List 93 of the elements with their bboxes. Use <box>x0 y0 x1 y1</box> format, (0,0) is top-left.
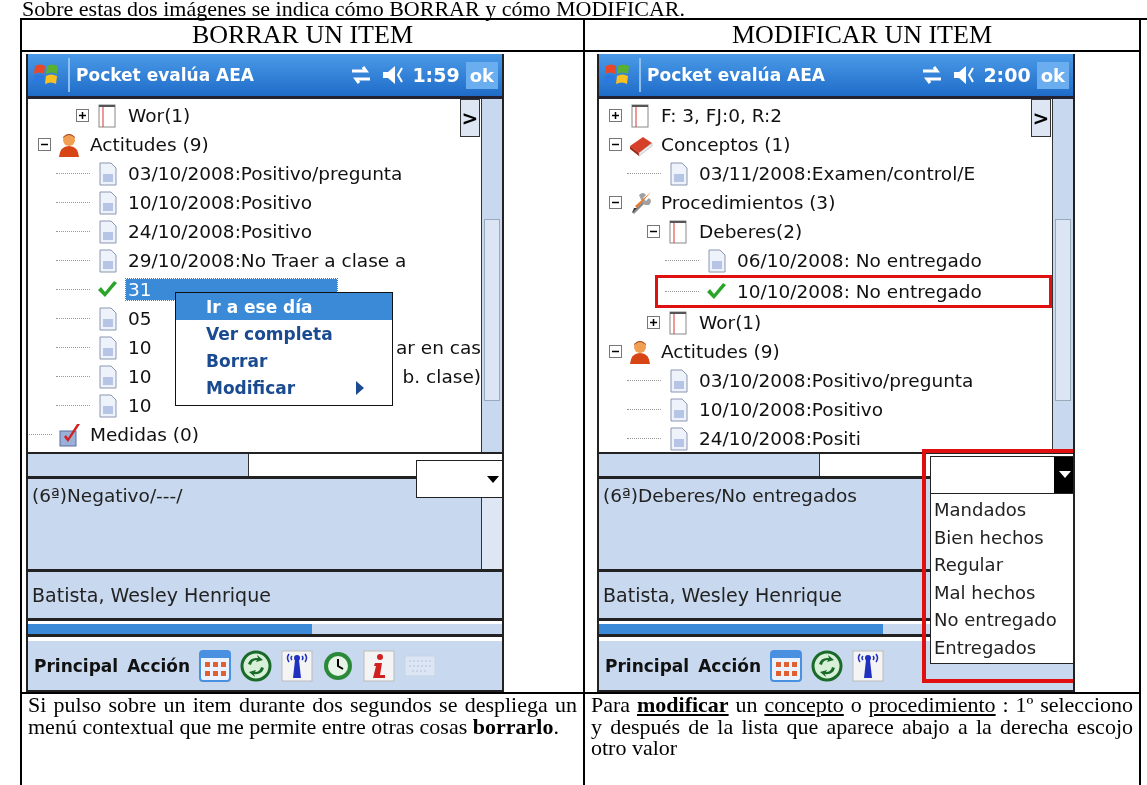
dropdown-option[interactable]: Mal hechos <box>931 578 1073 606</box>
collapse-toggle[interactable] <box>608 345 622 358</box>
menu-item[interactable]: Ir a ese día <box>176 293 392 320</box>
collapse-toggle[interactable] <box>646 225 660 238</box>
tree-item-text: ar en cas <box>396 337 481 358</box>
expand-button[interactable]: > <box>1031 99 1051 137</box>
tools-icon <box>629 190 653 215</box>
menu-button[interactable]: Acción <box>698 655 762 676</box>
tree-item[interactable]: Wor(1) <box>126 105 193 126</box>
measure-icon <box>58 422 82 447</box>
collapse-toggle[interactable] <box>37 138 51 151</box>
tree-item[interactable]: Actitudes (9) <box>659 341 782 362</box>
sync-icon[interactable] <box>811 649 844 682</box>
tree-item[interactable]: 05 <box>126 308 154 329</box>
antenna-icon[interactable] <box>281 649 314 682</box>
calendar-icon[interactable] <box>770 649 803 682</box>
tree-item[interactable]: Deberes(2) <box>697 221 805 242</box>
clock-time[interactable]: 1:59 <box>412 64 460 86</box>
tree-item[interactable]: 10 <box>126 366 154 387</box>
caption-text: Si pulso sobre un item durante dos segundos se despliega un menú contextual que me permite entre otras cosas borrarlo. <box>28 694 577 737</box>
tree-item[interactable]: 03/10/2008:Positivo/pregunta <box>126 163 405 184</box>
page-icon <box>96 306 120 331</box>
window-title: Pocket evalúa AEA <box>76 65 255 85</box>
page-icon <box>96 335 120 360</box>
clock-time[interactable]: 2:00 <box>983 64 1031 86</box>
page-icon <box>667 161 691 186</box>
vertical-scrollbar[interactable] <box>481 99 502 452</box>
tree-item[interactable]: 06/10/2008: No entregado <box>735 250 984 271</box>
dropdown-button[interactable] <box>1054 457 1073 493</box>
tree-item-text: b. clase) <box>402 366 481 387</box>
page-icon <box>96 161 120 186</box>
collapse-toggle[interactable] <box>608 196 622 209</box>
column-heading: MODIFICAR UN ITEM <box>732 20 992 50</box>
calendar-icon[interactable] <box>199 649 232 682</box>
caption-text: Para modificar un concepto o procedimiento : 1º selecciono y después de la lista que aparece abajo a la derecha escojo otro valor <box>591 694 1133 759</box>
dropdown-option[interactable]: Regular <box>931 551 1073 579</box>
page-icon <box>96 364 120 389</box>
clock-icon[interactable] <box>322 649 355 682</box>
tree-item[interactable]: 10 <box>126 395 154 416</box>
menu-button[interactable]: Acción <box>127 655 191 676</box>
tree-item[interactable]: 24/10/2008:Positi <box>697 428 863 449</box>
dropdown-option[interactable]: Entregados <box>931 633 1073 661</box>
page-icon <box>96 219 120 244</box>
info-icon[interactable] <box>363 649 396 682</box>
dropdown[interactable] <box>930 456 1073 494</box>
detail-text: (6ª)Deberes/No entregados <box>603 485 857 506</box>
tree-item[interactable]: 03/11/2008:Examen/control/E <box>697 163 978 184</box>
tree-item[interactable]: 03/10/2008:Positivo/pregunta <box>697 370 976 391</box>
dropdown[interactable] <box>416 460 502 498</box>
tree-item[interactable]: Wor(1) <box>697 312 764 333</box>
tree-item[interactable]: 29/10/2008:No Traer a clase a <box>126 250 409 271</box>
tree-item[interactable]: 24/10/2008:Positivo <box>126 221 315 242</box>
column-heading: BORRAR UN ITEM <box>192 20 413 50</box>
collapse-toggle[interactable] <box>608 138 622 151</box>
page-icon <box>96 248 120 273</box>
tree-item[interactable]: 10/10/2008:Positivo <box>697 399 886 420</box>
page-icon <box>96 190 120 215</box>
student-name: Batista, Wesley Henrique <box>32 584 271 606</box>
student-name: Batista, Wesley Henrique <box>603 584 842 606</box>
tree-item[interactable]: Medidas (0) <box>88 424 202 445</box>
dropdown-option[interactable]: No entregado <box>931 606 1073 634</box>
person-icon <box>58 132 82 157</box>
tree-item[interactable]: Conceptos (1) <box>659 134 793 155</box>
vertical-scrollbar[interactable] <box>1052 99 1073 452</box>
window-title: Pocket evalúa AEA <box>647 65 826 85</box>
tree-item[interactable]: Actitudes (9) <box>88 134 211 155</box>
page-icon <box>667 426 691 451</box>
expand-toggle[interactable] <box>608 109 622 122</box>
tree-item[interactable]: 10/10/2008:Positivo <box>126 192 315 213</box>
page-icon <box>667 397 691 422</box>
tree-item[interactable]: 10 <box>126 337 154 358</box>
page-icon <box>705 248 729 273</box>
dropdown-option[interactable]: Bien hechos <box>931 523 1073 551</box>
detail-text: (6ª)Negativo/---/ <box>32 485 183 506</box>
tree-item[interactable]: F: 3, FJ:0, R:2 <box>659 105 784 126</box>
expand-button[interactable]: > <box>460 99 480 137</box>
dropdown-caret-icon <box>487 475 499 483</box>
tree-item[interactable]: 10/10/2008: No entregado <box>735 281 984 302</box>
antenna-icon[interactable] <box>852 649 885 682</box>
menu-button[interactable]: Principal <box>34 655 119 676</box>
menu-item[interactable]: Modificar <box>176 374 392 401</box>
expand-toggle[interactable] <box>646 316 660 329</box>
person-icon <box>629 339 653 364</box>
submenu-arrow-icon <box>356 380 364 395</box>
menu-item[interactable]: Borrar <box>176 347 392 374</box>
tree-item[interactable]: Procedimientos (3) <box>659 192 838 213</box>
menu-item[interactable]: Ver completa <box>176 320 392 347</box>
sync-icon[interactable] <box>240 649 273 682</box>
menu-button[interactable]: Principal <box>605 655 690 676</box>
dropdown-option[interactable]: Mandados <box>931 496 1073 524</box>
page-icon <box>96 393 120 418</box>
expand-toggle[interactable] <box>75 109 89 122</box>
page-icon <box>667 368 691 393</box>
